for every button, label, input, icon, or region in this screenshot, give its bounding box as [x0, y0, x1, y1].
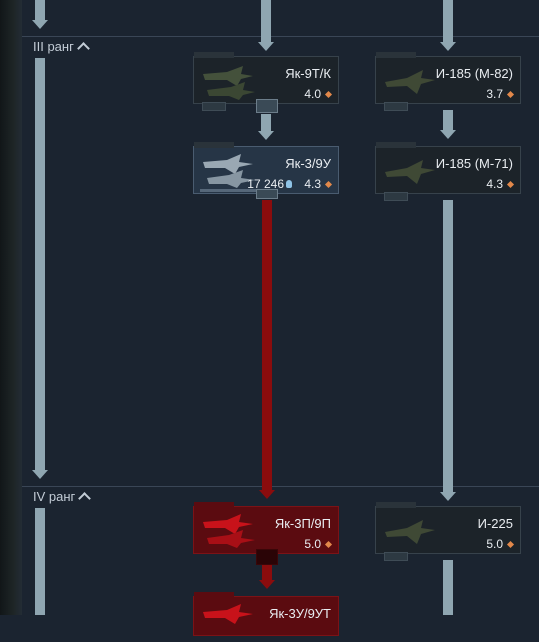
battle-rating: 4.3 — [304, 177, 333, 191]
tree-link-line — [35, 0, 45, 20]
tree-link-line — [443, 110, 453, 130]
rank-separator — [22, 486, 539, 487]
group-folder-icon[interactable] — [256, 549, 278, 565]
br-diamond-icon — [324, 180, 333, 189]
tree-arrow-icon — [440, 130, 456, 139]
vehicle-card-yak3u[interactable]: Як-3У/9УТ — [193, 592, 339, 636]
vehicle-name: И-185 (М-82) — [435, 66, 513, 81]
vehicle-badge — [202, 102, 226, 111]
rank-separator — [22, 36, 539, 37]
tree-link-line — [443, 0, 453, 42]
tree-link-line — [35, 508, 45, 615]
rank-label: III ранг — [33, 39, 74, 54]
br-diamond-icon — [506, 180, 515, 189]
battle-rating: 5.0 — [486, 537, 515, 551]
vehicle-card-i185m82[interactable]: И-185 (М-82) 3.7 — [375, 52, 521, 111]
battle-rating: 5.0 — [304, 537, 333, 551]
br-diamond-icon — [506, 540, 515, 549]
card-tab — [194, 592, 234, 598]
research-link-line — [262, 200, 272, 490]
vehicle-name: Як-9Т/К — [285, 66, 331, 81]
research-link-line — [262, 565, 272, 580]
plane-icon — [203, 66, 255, 100]
vehicle-badge — [384, 192, 408, 201]
vehicle-card-i225[interactable]: И-225 5.0 — [375, 502, 521, 561]
card-tab — [376, 502, 416, 508]
plane-icon — [203, 514, 255, 548]
br-diamond-icon — [324, 90, 333, 99]
tree-arrow-icon — [440, 492, 456, 501]
vehicle-name: Як-3У/9УТ — [269, 606, 331, 621]
plane-icon — [203, 604, 253, 624]
tree-link-line — [261, 0, 271, 42]
card-tab — [194, 142, 234, 148]
chevron-up-icon[interactable] — [78, 492, 92, 505]
left-edge-panel — [0, 0, 22, 615]
vehicle-card-i185m71[interactable]: И-185 (М-71) 4.3 — [375, 142, 521, 201]
vehicle-name: Як-3/9У — [285, 156, 331, 171]
chevron-up-icon[interactable] — [76, 42, 90, 55]
vehicle-badge — [384, 102, 408, 111]
vehicle-name: И-225 — [477, 516, 513, 531]
tree-arrow-icon — [258, 42, 274, 51]
rank-header-iii[interactable]: III ранг — [33, 39, 90, 55]
group-folder-icon[interactable] — [256, 99, 278, 113]
battle-rating: 4.3 — [486, 177, 515, 191]
rank-label: IV ранг — [33, 489, 76, 504]
research-bulb-icon — [286, 180, 292, 188]
vehicle-card-yak3p[interactable]: Як-3П/9П 5.0 — [193, 502, 339, 565]
vehicle-name: Як-3П/9П — [274, 516, 331, 531]
plane-icon — [385, 70, 435, 94]
battle-rating: 4.0 — [304, 87, 333, 101]
tree-arrow-icon — [32, 20, 48, 29]
battle-rating: 3.7 — [486, 87, 515, 101]
plane-icon — [385, 520, 435, 544]
card-tab — [194, 52, 234, 58]
research-arrow-icon — [259, 490, 275, 499]
plane-icon — [385, 160, 435, 184]
vehicle-name: И-185 (М-71) — [435, 156, 513, 171]
tree-link-line — [35, 58, 45, 470]
group-folder-icon[interactable] — [256, 189, 278, 199]
tree-arrow-icon — [440, 42, 456, 51]
br-diamond-icon — [324, 540, 333, 549]
tree-arrow-icon — [258, 131, 274, 140]
tree-link-line — [261, 114, 271, 132]
br-diamond-icon — [506, 90, 515, 99]
rank-header-iv[interactable]: IV ранг — [33, 489, 92, 505]
tree-link-line — [443, 200, 453, 492]
tree-arrow-icon — [32, 470, 48, 479]
vehicle-badge — [384, 552, 408, 561]
vehicle-card-yak9tk[interactable]: Як-9Т/К 4.0 — [193, 52, 339, 113]
card-tab — [194, 502, 234, 508]
vehicle-card-yak3-9u[interactable]: Як-3/9У 17 246 4.3 — [193, 142, 339, 199]
tree-link-line — [443, 560, 453, 615]
card-tab — [376, 52, 416, 58]
card-tab — [376, 142, 416, 148]
research-arrow-icon — [259, 580, 275, 589]
